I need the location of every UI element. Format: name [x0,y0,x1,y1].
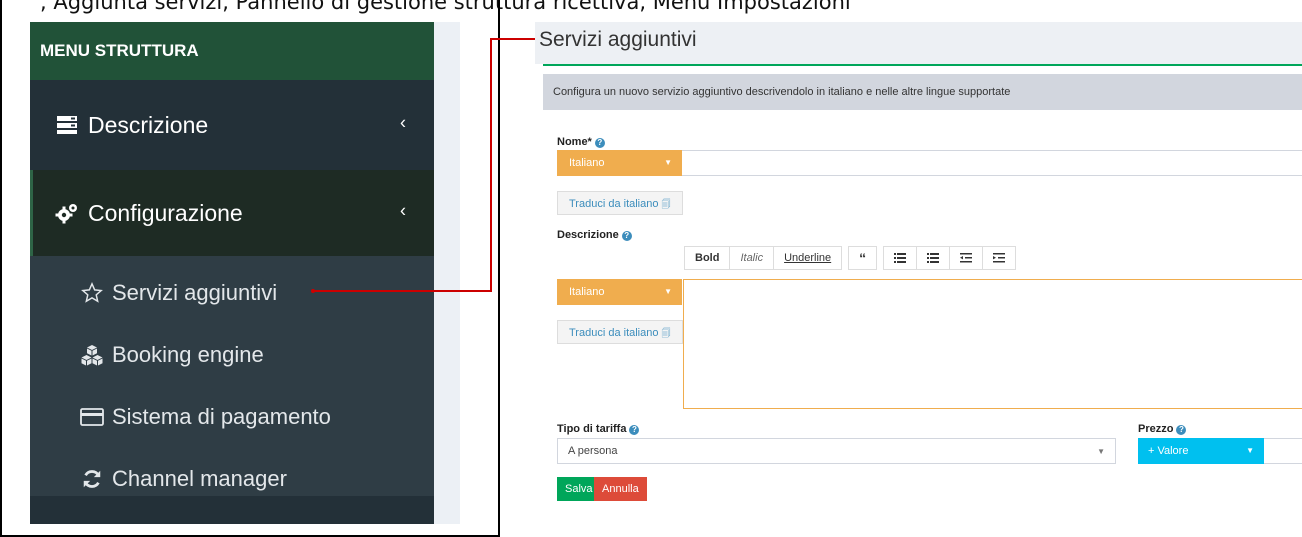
name-label: Nome*? [557,136,605,148]
caret-down-icon: ▼ [664,287,672,296]
translate-label: Traduci da italiano [569,327,659,339]
translate-name-button[interactable]: Traduci da italiano 🗐 [557,191,683,215]
rate-type-label-text: Tipo di tariffa [557,423,627,435]
indent-icon[interactable] [983,246,1017,270]
translate-description-button[interactable]: Traduci da italiano 🗐 [557,320,683,344]
star-outline-icon [78,282,106,304]
sidebar-subitem-label: Booking engine [112,342,264,367]
rate-type-value: A persona [568,445,618,457]
help-icon[interactable]: ? [621,231,632,241]
cancel-button[interactable]: Annulla [594,477,647,501]
cubes-icon [78,344,106,366]
price-button-label: + Valore [1148,445,1189,457]
caret-down-icon: ▼ [664,158,672,167]
rate-type-select[interactable]: A persona ▼ [557,438,1116,464]
chevron-left-icon: ‹ [400,112,406,133]
unordered-list-icon[interactable] [883,246,918,270]
help-icon[interactable]: ? [594,138,605,148]
server-icon [54,115,80,135]
name-label-text: Nome* [557,136,592,148]
translate-icon: 🗐 [661,328,671,338]
rate-type-label: Tipo di tariffa? [557,423,640,435]
cogs-icon [54,202,80,224]
quote-icon[interactable]: “ [848,246,878,270]
description-language-dropdown[interactable]: Italiano ▼ [557,279,682,305]
sidebar-subitem-sistema-pagamento[interactable]: Sistema di pagamento [30,386,434,448]
info-callout: Configura un nuovo servizio aggiuntivo d… [543,74,1302,110]
sidebar-item-descrizione[interactable]: Descrizione ‹ [30,80,434,170]
help-icon[interactable]: ? [629,425,640,435]
language-label: Italiano [569,157,605,169]
form-panel: Servizi aggiuntivi Configura un nuovo se… [535,22,1302,517]
price-label: Prezzo? [1138,423,1187,435]
caret-down-icon: ▼ [1246,446,1254,455]
sidebar-item-label: Configurazione [88,199,243,226]
language-label: Italiano [569,286,605,298]
sidebar-header: MENU STRUTTURA [30,22,434,80]
description-label: Descrizione? [557,229,632,241]
underline-button[interactable]: Underline [774,246,843,270]
help-icon[interactable]: ? [1176,425,1187,435]
price-value-dropdown[interactable]: + Valore ▼ [1138,438,1264,464]
refresh-icon [78,468,106,490]
left-frame-border [0,0,2,537]
translate-label: Traduci da italiano [569,198,659,210]
sidebar-submenu: Servizi aggiuntivi Booking engine Sistem… [30,256,434,510]
sidebar-menu: MENU STRUTTURA Descrizione ‹ Configurazi… [30,22,434,524]
ordered-list-icon[interactable] [917,246,951,270]
credit-card-icon [78,407,106,427]
name-input[interactable] [682,150,1302,176]
page-title: Servizi aggiuntivi [535,22,1302,64]
content-background-strip [434,22,460,524]
editor-toolbar: Bold Italic Underline “ [684,246,1017,270]
form-box: Configura un nuovo servizio aggiuntivo d… [543,64,1302,517]
sidebar-subitem-servizi-aggiuntivi[interactable]: Servizi aggiuntivi [30,262,434,324]
description-editor[interactable] [683,279,1302,409]
chevron-left-icon: ‹ [400,200,406,221]
sidebar-subitem-label: Channel manager [112,466,287,491]
screenshot-root: , Aggiunta servizi, Pannello di gestione… [0,0,1302,537]
bold-button[interactable]: Bold [684,246,731,270]
italic-button[interactable]: Italic [730,246,775,270]
description-label-text: Descrizione [557,229,619,241]
sidebar-footer [30,496,434,524]
translate-icon: 🗐 [661,199,671,209]
sidebar-item-label: Descrizione [88,111,209,138]
sidebar-subitem-booking-engine[interactable]: Booking engine [30,324,434,386]
sidebar-item-configurazione[interactable]: Configurazione ‹ [30,170,434,256]
name-language-dropdown[interactable]: Italiano ▼ [557,150,682,176]
sidebar-subitem-label: Sistema di pagamento [112,404,331,429]
caret-down-icon: ▼ [1097,447,1105,456]
price-label-text: Prezzo [1138,423,1174,435]
sidebar-subitem-label: Servizi aggiuntivi [112,280,278,305]
outdent-icon[interactable] [950,246,984,270]
price-input[interactable] [1264,438,1302,464]
